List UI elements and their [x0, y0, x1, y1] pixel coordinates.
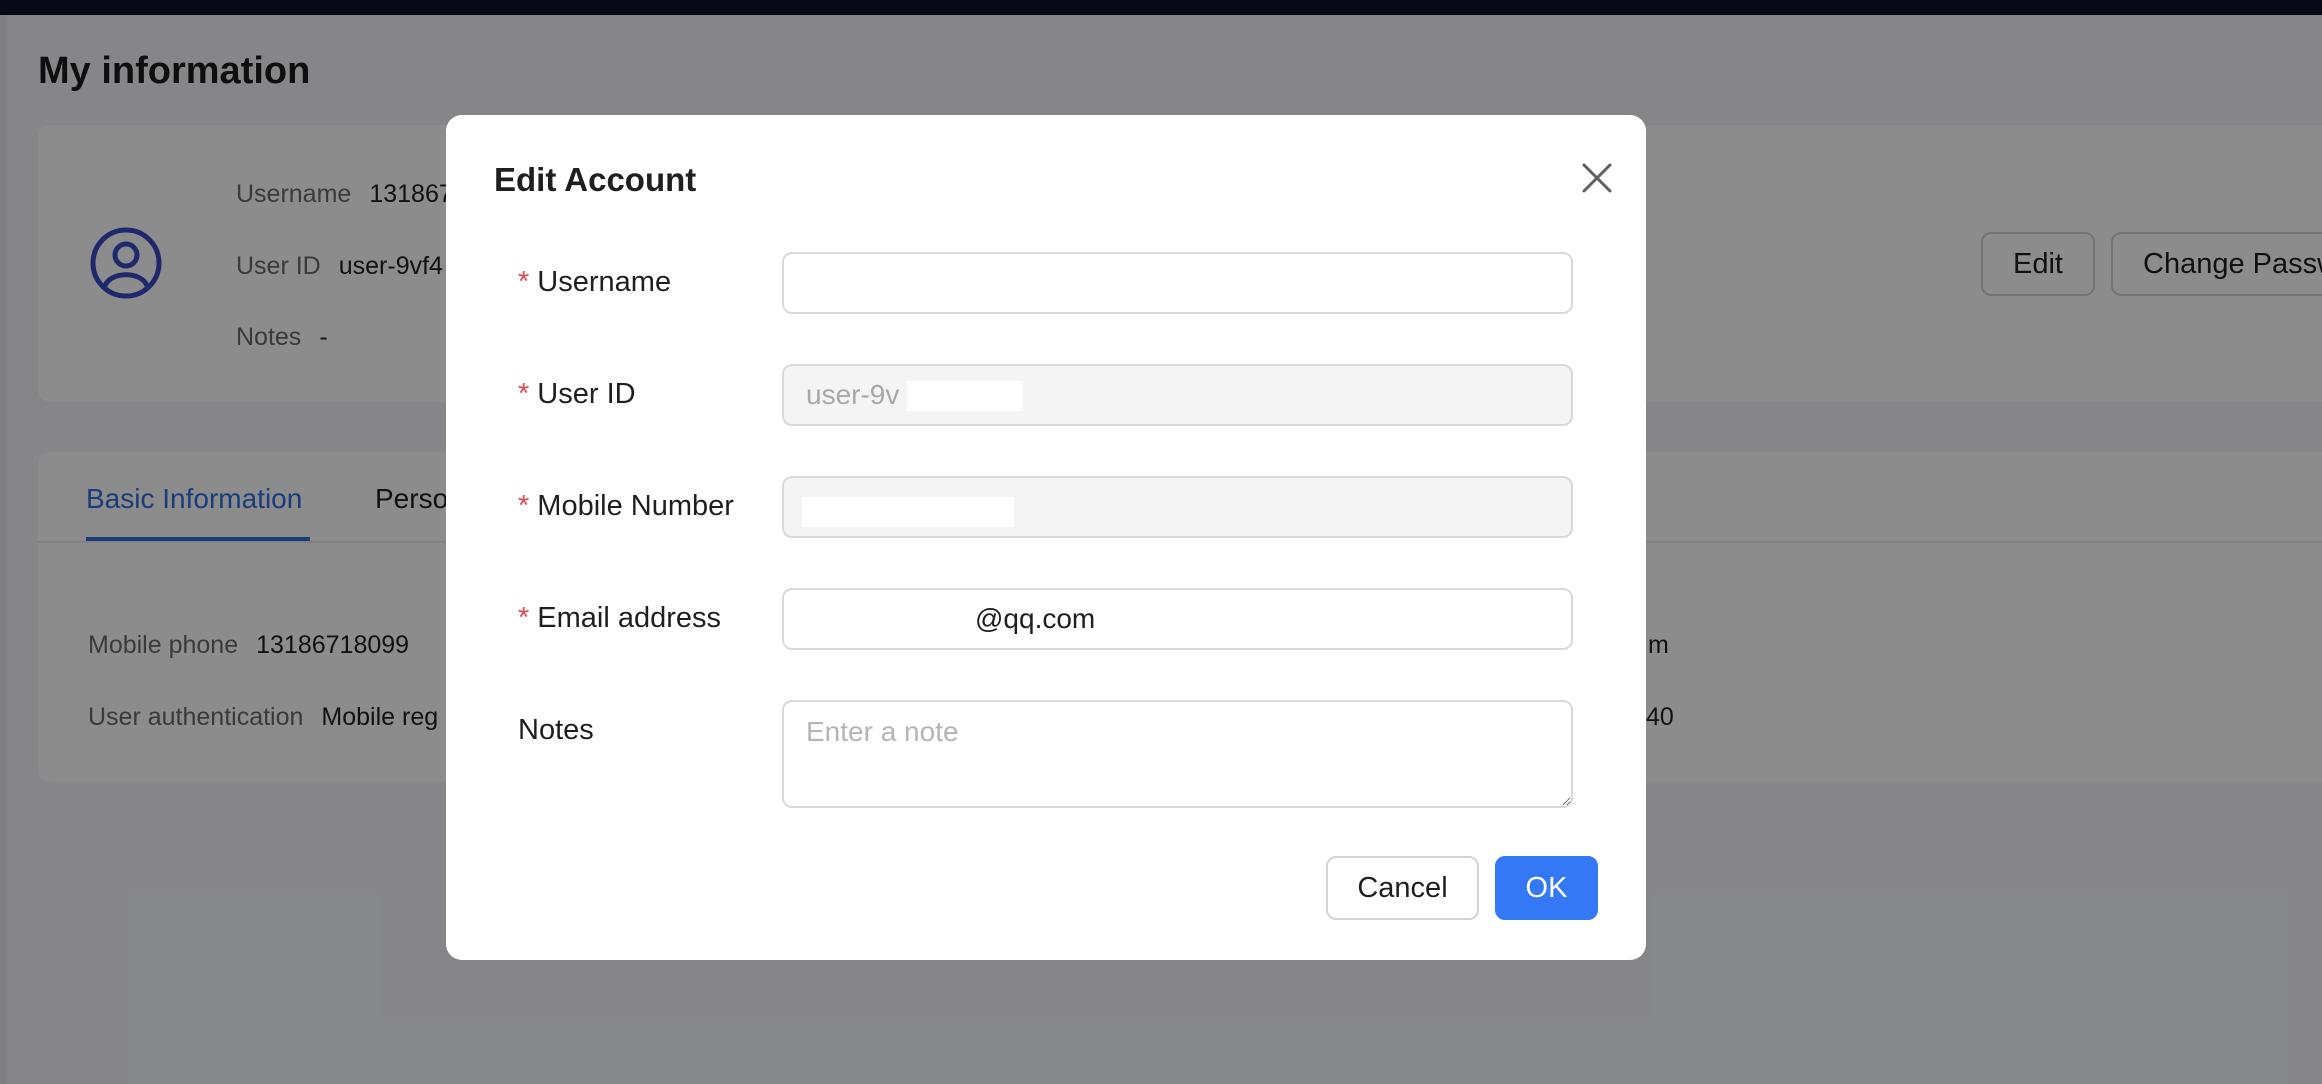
user-id-input	[782, 364, 1573, 426]
cancel-button[interactable]: Cancel	[1326, 856, 1479, 920]
required-marker: *	[518, 266, 530, 298]
required-marker: *	[518, 490, 530, 522]
dialog-title: Edit Account	[494, 161, 697, 198]
required-marker: *	[518, 378, 530, 410]
notes-textarea[interactable]	[782, 700, 1573, 808]
mobile-number-label-text: Mobile Number	[537, 490, 734, 522]
mobile-number-label: * Mobile Number	[518, 490, 734, 523]
required-marker: *	[518, 602, 530, 634]
user-id-label-text: User ID	[537, 378, 636, 410]
email-input[interactable]	[782, 588, 1573, 650]
username-input[interactable]	[782, 252, 1573, 314]
edit-account-dialog: Edit Account *Username *User ID *Mobile …	[446, 115, 1646, 960]
close-icon[interactable]	[1574, 155, 1620, 201]
redaction-block	[907, 381, 1023, 411]
user-id-label: * User ID	[518, 378, 636, 411]
email-label: * Email address	[518, 602, 721, 635]
redaction-block	[802, 497, 1014, 527]
ok-button[interactable]: OK	[1495, 856, 1598, 920]
notes-label: Notes	[518, 714, 594, 746]
username-label: * Username	[518, 266, 671, 299]
email-label-text: Email address	[537, 602, 722, 634]
username-label-text: Username	[537, 266, 672, 298]
